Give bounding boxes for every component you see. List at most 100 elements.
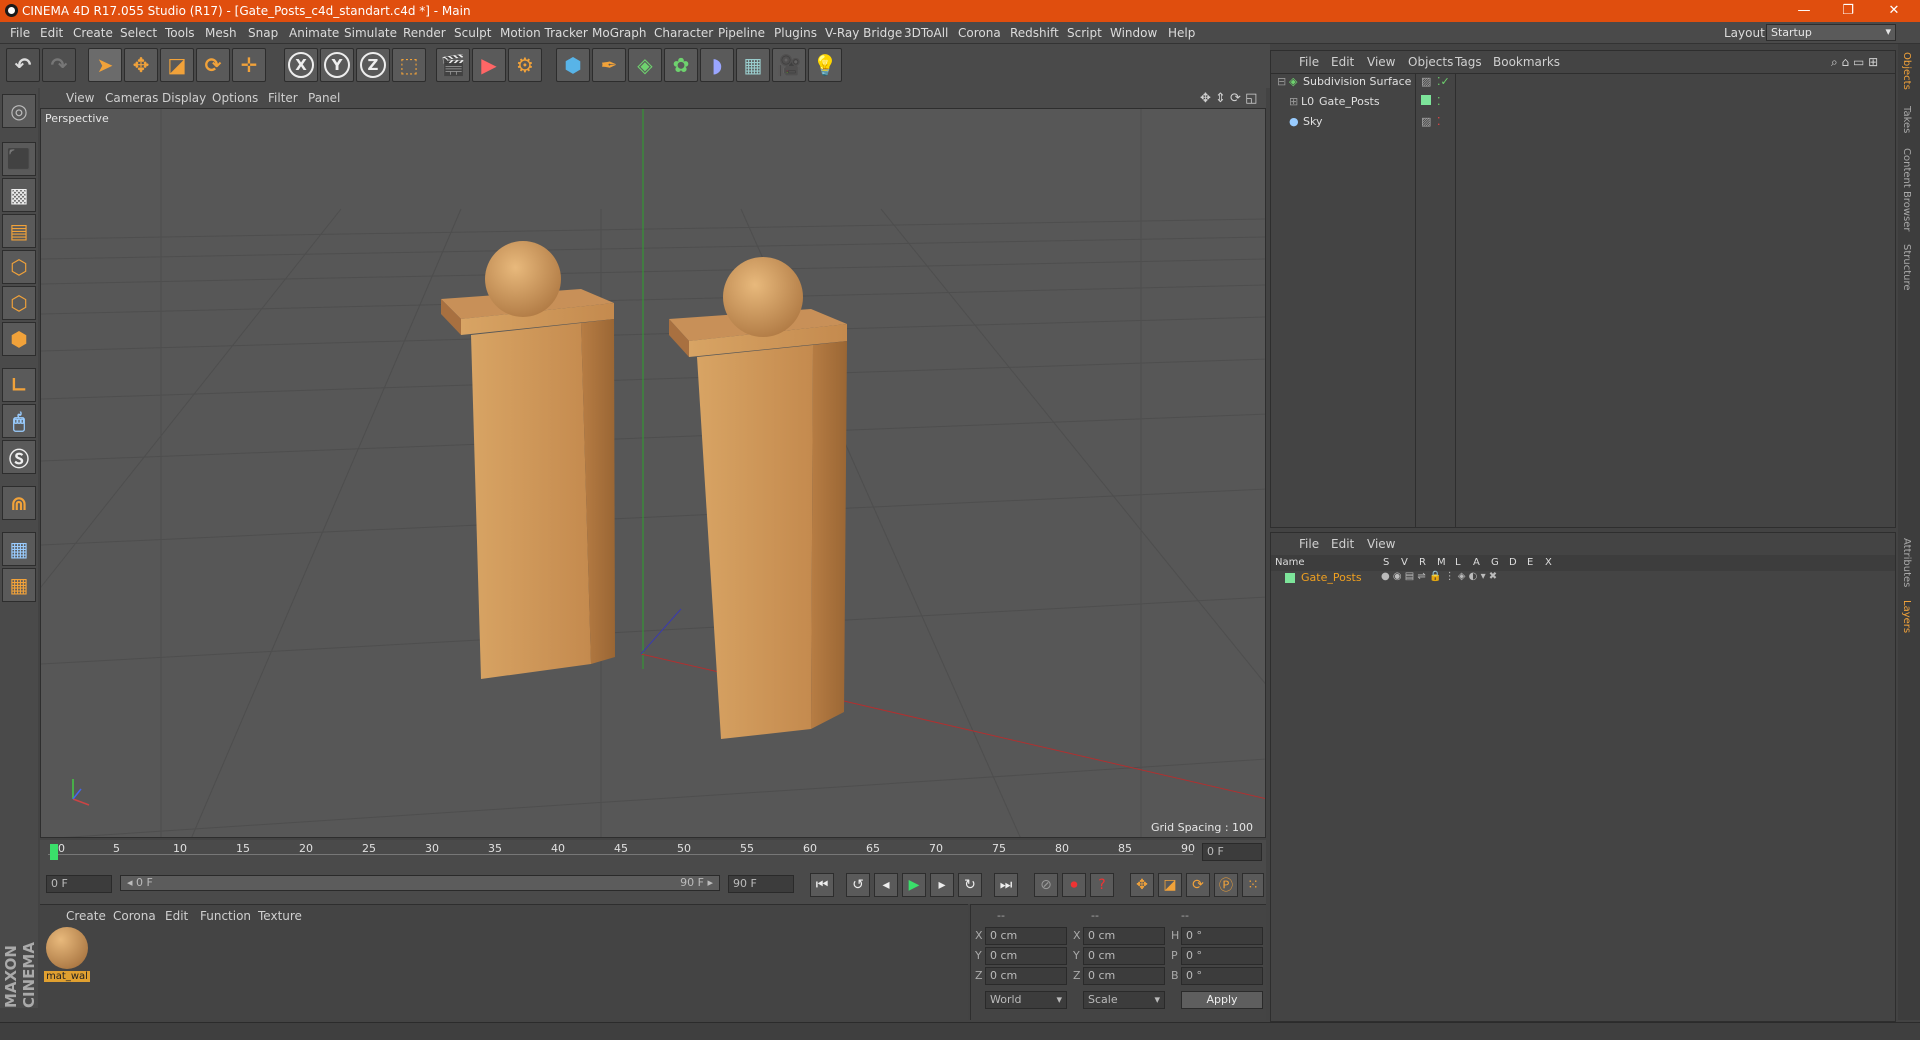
menu-snap[interactable]: Snap (248, 26, 278, 40)
menu-window[interactable]: Window (1110, 26, 1157, 40)
visibility-dots-icon[interactable]: ⁚ (1437, 95, 1441, 108)
current-frame-field[interactable]: 0 F (1202, 843, 1262, 861)
texture-mode-button[interactable]: ▩ (2, 178, 36, 212)
menu-simulate[interactable]: Simulate (344, 26, 397, 40)
solo-button[interactable]: Ⓢ (2, 440, 36, 474)
tab-attributes[interactable]: Attributes (1901, 538, 1912, 587)
menu-mesh[interactable]: Mesh (205, 26, 237, 40)
viewport-menu-filter[interactable]: Filter (268, 91, 298, 105)
timeline[interactable]: 0 5 10 15 20 25 30 35 40 45 50 55 60 65 … (40, 840, 1266, 864)
edges-mode-button[interactable]: ⬡ (2, 286, 36, 320)
points-mode-button[interactable]: ⬡ (2, 250, 36, 284)
viewport-menu-panel[interactable]: Panel (308, 91, 340, 105)
light-button[interactable]: 💡 (808, 48, 842, 82)
menu-sculpt[interactable]: Sculpt (454, 26, 491, 40)
axis-z-button[interactable]: Z (356, 48, 390, 82)
object-menu-tags[interactable]: Tags (1455, 55, 1482, 69)
position-x-field[interactable]: 0 cm (985, 927, 1067, 945)
motion-record-button[interactable]: ⊘ (1034, 873, 1058, 897)
menu-animate[interactable]: Animate (289, 26, 339, 40)
render-view-button[interactable]: 🎬 (436, 48, 470, 82)
locked-workplane-button[interactable]: ▦ (2, 532, 36, 566)
layer-menu-file[interactable]: File (1299, 537, 1319, 551)
key-scale-button[interactable]: ◪ (1158, 873, 1182, 897)
frame-range-slider[interactable]: ◂ 0 F 90 F ▸ (120, 875, 720, 891)
menu-edit[interactable]: Edit (40, 26, 63, 40)
minimize-button[interactable]: — (1782, 0, 1826, 22)
tab-structure[interactable]: Structure (1901, 244, 1912, 291)
object-menu-bookmarks[interactable]: Bookmarks (1493, 55, 1560, 69)
key-pla-button[interactable]: ⁙ (1242, 873, 1264, 897)
layer-menu-edit[interactable]: Edit (1331, 537, 1354, 551)
start-frame-field[interactable]: 0 F (46, 875, 112, 893)
size-x-field[interactable]: 0 cm (1083, 927, 1165, 945)
menu-mograph[interactable]: MoGraph (592, 26, 647, 40)
object-menu-edit[interactable]: Edit (1331, 55, 1354, 69)
position-y-field[interactable]: 0 cm (985, 947, 1067, 965)
play-button[interactable]: ▶ (902, 873, 926, 897)
expand-icon[interactable]: ⊞ (1289, 95, 1298, 108)
menu-3dtoall[interactable]: 3DToAll (904, 26, 948, 40)
rotation-h-field[interactable]: 0 ° (1181, 927, 1263, 945)
redo-button[interactable]: ↷ (42, 48, 76, 82)
menu-corona[interactable]: Corona (958, 26, 1001, 40)
tweak-mode-button[interactable]: 🖱 (2, 404, 36, 438)
live-selection-button[interactable]: ➤ (88, 48, 122, 82)
menu-redshift[interactable]: Redshift (1010, 26, 1059, 40)
close-button[interactable]: ✕ (1872, 0, 1916, 22)
go-to-start-button[interactable]: ⏮ (810, 873, 834, 897)
menu-select[interactable]: Select (120, 26, 157, 40)
tab-takes[interactable]: Takes (1901, 106, 1912, 133)
planar-workplane-button[interactable]: ▦ (2, 568, 36, 602)
snap-button[interactable]: ⋒ (2, 486, 36, 520)
enabled-check-icon[interactable]: ⁚✓ (1437, 75, 1450, 88)
layout-select[interactable]: Startup ▾ (1766, 24, 1896, 41)
make-editable-button[interactable]: ◎ (2, 94, 36, 128)
object-menu-objects[interactable]: Objects (1408, 55, 1453, 69)
menu-pipeline[interactable]: Pipeline (718, 26, 765, 40)
material-menu-create[interactable]: Create (66, 909, 106, 923)
playhead[interactable] (50, 844, 58, 860)
collapse-icon[interactable]: ⊟ (1277, 75, 1286, 88)
spline-pen-button[interactable]: ✒ (592, 48, 626, 82)
scale-button[interactable]: ◪ (160, 48, 194, 82)
object-row-subdivision-surface[interactable]: ⊟ ◈ Subdivision Surface ▨ ⁚✓ (1273, 75, 1893, 93)
material-menu-edit[interactable]: Edit (165, 909, 188, 923)
cloner-button[interactable]: ✿ (664, 48, 698, 82)
coordinate-space-select[interactable]: World ▾ (985, 991, 1067, 1009)
visibility-dots-icon[interactable]: ⁚ (1437, 115, 1441, 128)
deformer-button[interactable]: ◗ (700, 48, 734, 82)
axis-x-button[interactable]: X (284, 48, 318, 82)
material-menu-texture[interactable]: Texture (258, 909, 302, 923)
menu-motion-tracker[interactable]: Motion Tracker (500, 26, 588, 40)
axis-mode-button[interactable]: ∟ (2, 368, 36, 402)
viewport-menu-view[interactable]: View (66, 91, 94, 105)
undo-button[interactable]: ↶ (6, 48, 40, 82)
rotate-button[interactable]: ⟳ (196, 48, 230, 82)
next-key-button[interactable]: ↻ (958, 873, 982, 897)
restore-button[interactable]: ❐ (1826, 0, 1870, 22)
size-z-field[interactable]: 0 cm (1083, 967, 1165, 985)
rotation-b-field[interactable]: 0 ° (1181, 967, 1263, 985)
object-row-gate-posts[interactable]: ⊞ L0 Gate_Posts ⁚ (1273, 95, 1893, 113)
axis-y-button[interactable]: Y (320, 48, 354, 82)
subdivision-surface-button[interactable]: ◈ (628, 48, 662, 82)
render-settings-button[interactable]: ⚙ (508, 48, 542, 82)
record-button[interactable]: ⏺ (1062, 873, 1086, 897)
menu-create[interactable]: Create (73, 26, 113, 40)
model-mode-button[interactable]: ⬛ (2, 142, 36, 176)
menu-vray-bridge[interactable]: V-Ray Bridge (825, 26, 902, 40)
viewport-navigation-icons[interactable]: ✥ ⇕ ⟳ ◱ (1200, 91, 1257, 106)
move-button[interactable]: ✥ (124, 48, 158, 82)
layer-menu-view[interactable]: View (1367, 537, 1395, 551)
coordinate-system-button[interactable]: ⬚ (392, 48, 426, 82)
key-param-button[interactable]: Ⓟ (1214, 873, 1238, 897)
position-z-field[interactable]: 0 cm (985, 967, 1067, 985)
floor-button[interactable]: ▦ (736, 48, 770, 82)
polygons-mode-button[interactable]: ⬢ (2, 322, 36, 356)
tab-content-browser[interactable]: Content Browser (1901, 148, 1912, 231)
material-menu-function[interactable]: Function (200, 909, 251, 923)
viewport-menu-options[interactable]: Options (212, 91, 258, 105)
key-position-button[interactable]: ✥ (1130, 873, 1154, 897)
menu-help[interactable]: Help (1168, 26, 1195, 40)
